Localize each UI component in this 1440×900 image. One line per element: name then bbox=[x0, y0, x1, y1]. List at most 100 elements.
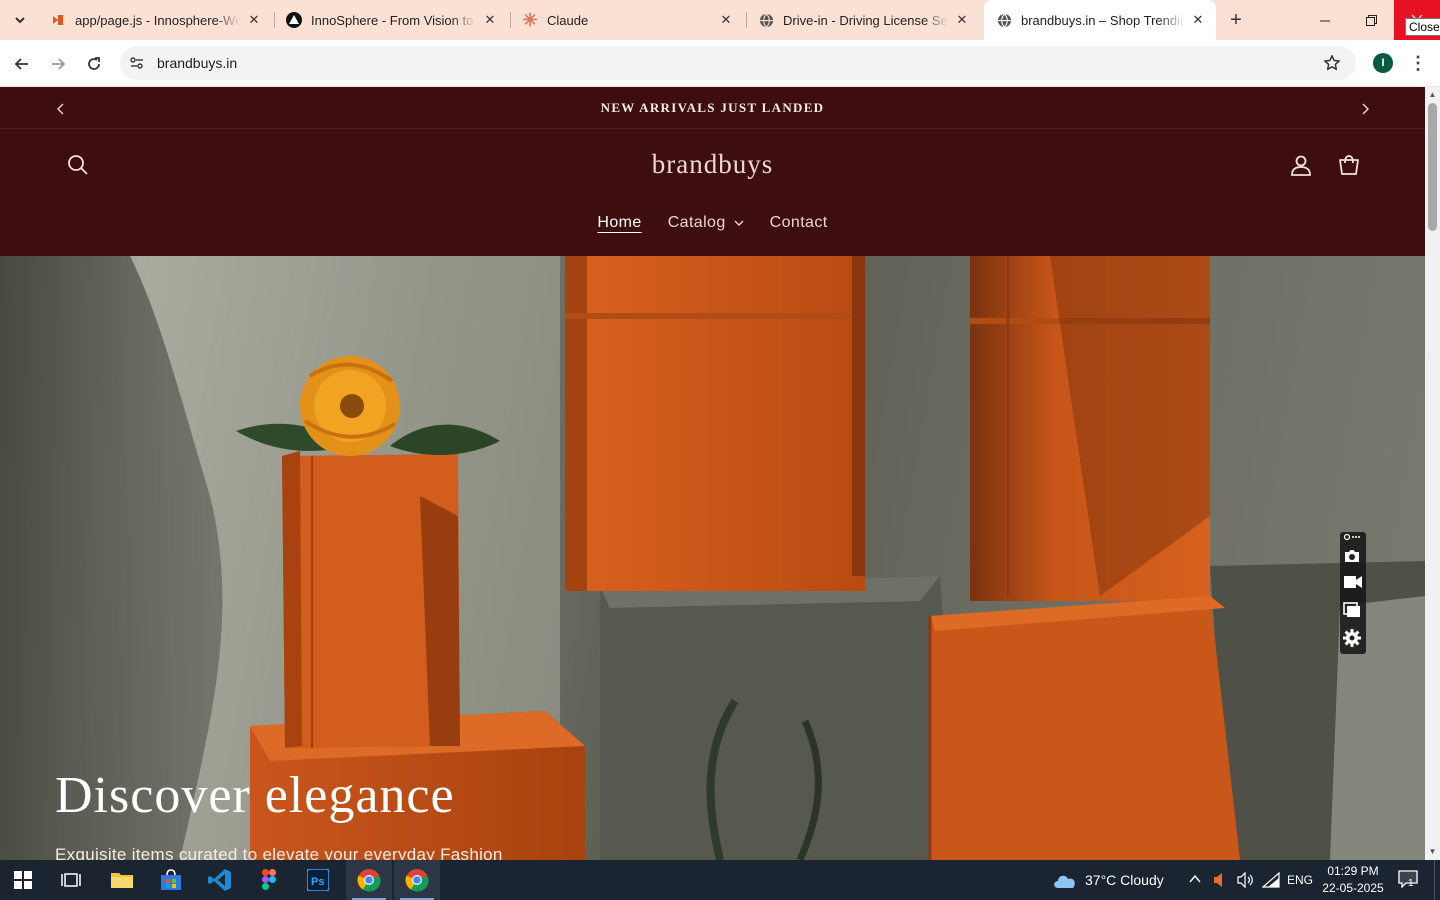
taskbar-figma[interactable] bbox=[246, 860, 292, 900]
tab-title: brandbuys.in – Shop Trending & Stylish bbox=[1021, 12, 1184, 28]
claude-asterisk-icon: ✳ bbox=[522, 9, 538, 30]
tab-drive-in[interactable]: Drive-in - Driving License Services ✕ bbox=[746, 4, 980, 36]
vscode-icon bbox=[208, 869, 231, 891]
close-icon[interactable]: ✕ bbox=[482, 12, 498, 28]
restore-button[interactable] bbox=[1348, 0, 1394, 40]
nav-catalog-label: Catalog bbox=[667, 214, 726, 231]
photoshop-icon: Ps bbox=[307, 869, 329, 891]
forward-button[interactable] bbox=[45, 51, 71, 77]
windows-taskbar: Ps 37°C Cloudy ENG 01:29 PM 22-05-2025 1 bbox=[0, 860, 1440, 900]
video-icon[interactable] bbox=[1343, 575, 1363, 595]
site-logo[interactable]: brandbuys bbox=[0, 149, 1425, 180]
hero-title: Discover elegance bbox=[55, 767, 455, 824]
close-icon[interactable]: ✕ bbox=[954, 12, 970, 28]
page-viewport: NEW ARRIVALS JUST LANDED brandbuys Home … bbox=[0, 87, 1425, 860]
scroll-down-icon[interactable]: ▼ bbox=[1428, 847, 1437, 856]
folder-icon bbox=[111, 873, 133, 888]
hero-subtitle: Exquisite items curated to elevate your … bbox=[55, 845, 503, 860]
close-icon[interactable]: ✕ bbox=[1190, 12, 1206, 28]
chevron-down-icon bbox=[734, 220, 744, 226]
tab-title: Claude bbox=[547, 12, 589, 28]
weather-cloud-icon[interactable] bbox=[1052, 870, 1078, 895]
volume-icon[interactable] bbox=[1236, 871, 1254, 894]
tab-title: Drive-in - Driving License Services bbox=[783, 12, 948, 28]
task-view-button[interactable] bbox=[48, 860, 94, 900]
cart-bag-icon bbox=[1339, 155, 1359, 175]
cart-button[interactable] bbox=[1335, 151, 1363, 179]
announcement-text: NEW ARRIVALS JUST LANDED bbox=[600, 100, 825, 115]
link-more-icon[interactable] bbox=[1343, 533, 1363, 545]
show-desktop-button[interactable] bbox=[1434, 860, 1440, 900]
close-icon[interactable]: ✕ bbox=[246, 12, 262, 28]
minimize-button[interactable] bbox=[1302, 0, 1348, 40]
close-tooltip: Close bbox=[1405, 18, 1440, 36]
chevron-up-icon[interactable] bbox=[1188, 872, 1204, 888]
tab-title: app/page.js - Innosphere-Website bbox=[75, 12, 240, 28]
chevron-right-icon bbox=[1362, 103, 1369, 115]
notification-count: 1 bbox=[1408, 878, 1414, 889]
language-indicator[interactable]: ENG bbox=[1287, 873, 1313, 887]
arrow-right-icon bbox=[52, 58, 66, 70]
nav-catalog[interactable]: Catalog bbox=[668, 214, 744, 232]
windows-logo-icon bbox=[14, 871, 32, 889]
reload-icon bbox=[88, 57, 100, 70]
announcement-next-button[interactable] bbox=[1355, 99, 1375, 119]
nav-contact[interactable]: Contact bbox=[770, 214, 828, 232]
address-bar[interactable]: brandbuys.in bbox=[120, 46, 1356, 80]
tab-search-button[interactable] bbox=[6, 8, 34, 32]
tab-claude[interactable]: ✳ Claude ✕ bbox=[510, 4, 744, 36]
hero-banner: Discover elegance Exquisite items curate… bbox=[0, 256, 1425, 860]
site-settings-icon[interactable] bbox=[128, 54, 146, 72]
wifi-icon[interactable] bbox=[1261, 871, 1280, 893]
site-header: brandbuys Home Catalog Contact bbox=[0, 130, 1425, 256]
arrow-left-icon bbox=[14, 58, 28, 70]
tab-brandbuys[interactable]: brandbuys.in – Shop Trending & Stylish ✕ bbox=[984, 0, 1216, 40]
scroll-up-icon[interactable]: ▲ bbox=[1428, 90, 1437, 99]
taskbar-file-explorer[interactable] bbox=[99, 860, 145, 900]
start-button[interactable] bbox=[0, 860, 46, 900]
notification-center-button[interactable]: 1 bbox=[1398, 870, 1422, 892]
tab-title: InnoSphere - From Vision to Deployment bbox=[311, 12, 476, 28]
tab-innosphere[interactable]: InnoSphere - From Vision to Deployment ✕ bbox=[274, 4, 508, 36]
svg-text:Ps: Ps bbox=[311, 876, 324, 888]
minimize-icon bbox=[1319, 20, 1330, 21]
globe-icon bbox=[996, 12, 1012, 28]
taskbar-store[interactable] bbox=[148, 860, 194, 900]
taskbar-vscode[interactable] bbox=[197, 860, 243, 900]
url-text: brandbuys.in bbox=[157, 55, 238, 71]
camera-icon[interactable] bbox=[1343, 548, 1363, 568]
weather-text[interactable]: 37°C Cloudy bbox=[1085, 872, 1164, 888]
scroll-thumb[interactable] bbox=[1428, 103, 1437, 231]
nav-home[interactable]: Home bbox=[597, 214, 641, 232]
browser-toolbar: brandbuys.in I ⋮ bbox=[0, 40, 1440, 87]
browser-tab-strip: app/page.js - Innosphere-Website ✕ InnoS… bbox=[0, 0, 1440, 40]
clock-date: 22-05-2025 bbox=[1322, 881, 1384, 895]
page-scrollbar[interactable]: ▲ ▼ bbox=[1425, 87, 1440, 860]
account-button[interactable] bbox=[1287, 151, 1315, 179]
clock-time: 01:29 PM bbox=[1327, 864, 1379, 878]
screen-capture-toolbar bbox=[1340, 532, 1366, 654]
system-clock[interactable]: 01:29 PM 22-05-2025 bbox=[1318, 863, 1388, 897]
browser-menu-icon[interactable]: ⋮ bbox=[1408, 52, 1428, 74]
taskbar-chrome-2[interactable] bbox=[394, 860, 440, 900]
task-view-icon bbox=[61, 873, 81, 887]
globe-icon bbox=[758, 12, 774, 28]
profile-avatar[interactable]: I bbox=[1373, 53, 1393, 73]
triangle-logo-icon bbox=[286, 12, 302, 28]
window-capture-icon[interactable] bbox=[1343, 602, 1363, 622]
main-nav: Home Catalog Contact bbox=[0, 214, 1425, 232]
back-button[interactable] bbox=[9, 51, 35, 77]
speaker-muted-icon[interactable] bbox=[1212, 872, 1226, 893]
tab-vscode[interactable]: app/page.js - Innosphere-Website ✕ bbox=[38, 4, 272, 36]
taskbar-photoshop[interactable]: Ps bbox=[295, 860, 341, 900]
chrome-icon bbox=[357, 869, 381, 892]
restore-icon bbox=[1365, 14, 1377, 26]
new-tab-button[interactable]: + bbox=[1224, 8, 1248, 32]
figma-icon bbox=[262, 869, 276, 890]
bookmark-star-icon[interactable] bbox=[1322, 53, 1342, 73]
announcement-bar: NEW ARRIVALS JUST LANDED bbox=[0, 87, 1425, 129]
reload-button[interactable] bbox=[81, 51, 107, 77]
gear-icon[interactable] bbox=[1343, 629, 1363, 649]
taskbar-chrome-1[interactable] bbox=[346, 860, 392, 900]
close-icon[interactable]: ✕ bbox=[718, 12, 734, 28]
